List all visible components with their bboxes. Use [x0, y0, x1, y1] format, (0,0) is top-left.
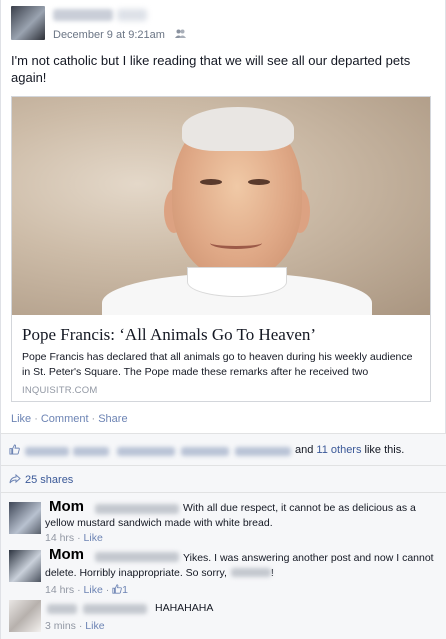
commenter-avatar[interactable] [9, 550, 41, 582]
shares-count[interactable]: 25 shares [25, 474, 73, 486]
link-title[interactable]: Pope Francis: ‘All Animals Go To Heaven’ [22, 325, 316, 345]
comment-time[interactable]: 14 hrs [45, 532, 74, 544]
post-actions: Like · Comment · Share [11, 413, 128, 425]
shares-link[interactable]: 25 shares [9, 474, 73, 486]
comment-item: Mom Yikes. I was answering another post … [1, 546, 446, 598]
comment-item: HAHAHAHA 3 mins · Like [1, 596, 446, 639]
link-domain: INQUISITR.COM [22, 385, 98, 396]
comment-text: With all due respect, it cannot be as de… [45, 502, 416, 529]
mention-redacted [230, 568, 271, 577]
post-timestamp[interactable]: December 9 at 9:21am [53, 29, 165, 41]
commenter-name-redacted [83, 604, 147, 614]
post-status-text: I'm not catholic but I like reading that… [11, 53, 411, 85]
share-icon [9, 474, 21, 484]
feedback-section: and 11 others like this. 25 shares Mom W… [1, 433, 446, 639]
comment-time[interactable]: 14 hrs [45, 584, 74, 596]
author-name-redacted[interactable] [53, 9, 113, 21]
separator-dot: · [91, 413, 96, 425]
comment-meta: 14 hrs · Like [45, 532, 103, 544]
commenter-avatar[interactable] [9, 502, 41, 534]
share-button[interactable]: Share [98, 413, 127, 425]
shared-link-card[interactable]: Pope Francis: ‘All Animals Go To Heaven’… [11, 96, 431, 402]
liker-name-redacted [235, 447, 291, 456]
comment-text: Yikes. I was answering another post and … [45, 551, 435, 581]
comment-like-button[interactable]: Like [84, 532, 103, 544]
comment-meta: 14 hrs · Like · 1 [45, 584, 128, 596]
liker-name-redacted [25, 447, 69, 456]
comment-item: Mom With all due respect, it cannot be a… [1, 498, 446, 548]
link-description: Pope Francis has declared that all anima… [22, 351, 413, 378]
comment-like-button[interactable]: Like [85, 620, 104, 632]
thumbs-up-icon [112, 584, 122, 594]
friends-icon[interactable] [175, 29, 186, 41]
thumbs-up-icon [9, 444, 20, 455]
comment-meta: 3 mins · Like [45, 620, 105, 632]
likes-others-link[interactable]: 11 others [316, 444, 361, 456]
comment-text: HAHAHAHA [155, 602, 214, 614]
comment-text-end: ! [270, 567, 274, 579]
comment-time[interactable]: 3 mins [45, 620, 76, 632]
divider [1, 465, 446, 466]
liker-name-redacted [181, 447, 229, 456]
liker-name-redacted [73, 447, 109, 456]
commenter-avatar[interactable] [9, 600, 41, 632]
facebook-post: December 9 at 9:21am I'm not catholic bu… [0, 0, 446, 639]
comment-like-count[interactable]: 1 [122, 584, 128, 596]
likes-count-text: and 11 others like this. [295, 444, 404, 456]
commenter-name-redacted[interactable] [47, 604, 77, 614]
liker-name-redacted [117, 447, 175, 456]
comment-like-button[interactable]: Like [84, 584, 103, 596]
divider [1, 492, 446, 493]
link-thumbnail-photo[interactable] [12, 97, 430, 315]
likes-and-text: and [295, 444, 314, 456]
like-button[interactable]: Like [11, 413, 31, 425]
separator-dot: · [34, 413, 38, 425]
likes-tail-text: like this. [364, 444, 405, 456]
author-name-redacted-tail [117, 9, 147, 21]
likes-summary: and 11 others like this. [9, 442, 437, 460]
author-avatar[interactable] [11, 6, 45, 40]
comment-button[interactable]: Comment [41, 413, 89, 425]
